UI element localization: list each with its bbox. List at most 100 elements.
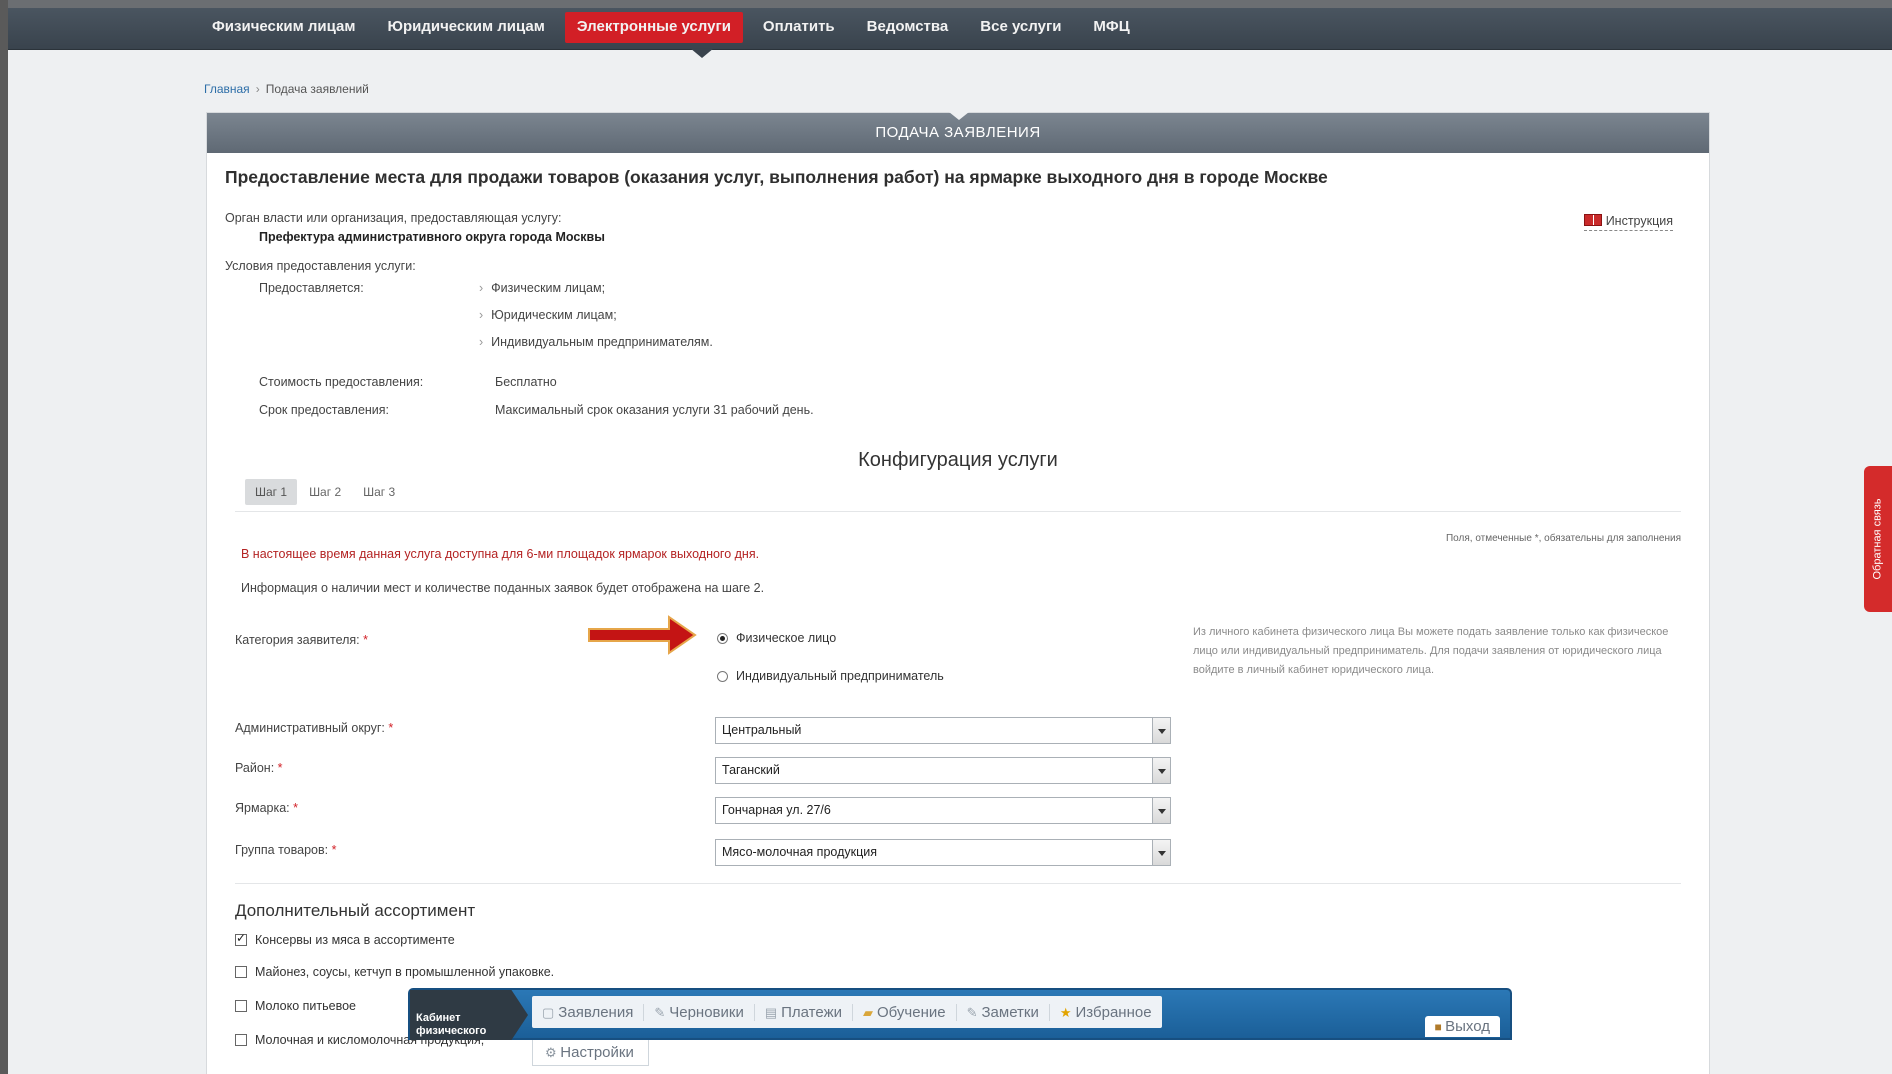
assortment-checkbox[interactable]: Консервы из мяса в ассортименте (235, 931, 455, 947)
radio-entrepreneur-label: Индивидуальный предприниматель (736, 669, 944, 683)
settings-label: Настройки (560, 1044, 634, 1061)
area-select-value: Таганский (722, 763, 780, 777)
chevron-down-icon[interactable] (1152, 798, 1170, 823)
cabinet-tab-applications[interactable]: ▢ Заявления (532, 1003, 645, 1021)
nav-mfc[interactable]: МФЦ (1081, 12, 1141, 43)
breadcrumb-current: Подача заявлений (265, 82, 369, 96)
term-label: Срок предоставления: (259, 403, 390, 417)
required-mark: * (331, 843, 337, 857)
folder-icon: ▰ (862, 1004, 873, 1020)
cost-value: Бесплатно (495, 375, 557, 389)
cabinet-tab-label: Черновики (669, 1003, 744, 1021)
required-mark: * (293, 801, 299, 815)
application-panel: ПОДАЧА ЗАЯВЛЕНИЯ Предоставление места дл… (206, 112, 1710, 1074)
cabinet-tab-drafts[interactable]: ✎ Черновики (644, 1003, 755, 1021)
cabinet-tabs: ▢ Заявления ✎ Черновики ▤ Платежи ▰ Обучение… (532, 996, 1162, 1028)
checkbox-checked[interactable] (235, 931, 247, 946)
config-title: Конфигурация услуги (858, 449, 1058, 471)
chevron-down-icon[interactable] (1152, 758, 1170, 783)
group-select[interactable]: Мясо-молочная продукция (715, 839, 1171, 866)
nav-departments[interactable]: Ведомства (855, 12, 961, 43)
district-label: Административный округ: * (235, 721, 393, 735)
nav-pay[interactable]: Оплатить (751, 12, 847, 43)
tab-step-2[interactable]: Шаг 2 (299, 479, 351, 505)
assortment-checkbox[interactable]: Майонез, соусы, кетчуп в промышленной уп… (235, 965, 554, 979)
top-navigation: Физическим лицам Юридическим лицам Элект… (8, 8, 1892, 58)
book-icon (1583, 214, 1602, 226)
category-label-text: Категория заявителя: (235, 633, 360, 647)
term-value: Максимальный срок оказания услуги 31 раб… (495, 403, 814, 417)
tab-step-3[interactable]: Шаг 3 (353, 479, 405, 505)
exit-label: Выход (1445, 1018, 1490, 1035)
info-notice: Информация о наличии мест и количестве п… (241, 581, 765, 595)
checkbox[interactable] (235, 1000, 247, 1012)
checkbox[interactable] (235, 1034, 247, 1046)
group-label: Группа товаров: * (235, 843, 336, 857)
org-value: Префектура административного округа горо… (259, 230, 605, 244)
fair-label-text: Ярмарка: (235, 801, 290, 815)
assortment-checkbox[interactable]: Молоко питьевое (235, 999, 356, 1013)
required-mark: * (277, 761, 283, 775)
conditions-label: Условия предоставления услуги: (225, 259, 416, 273)
tab-step-1[interactable]: Шаг 1 (245, 479, 298, 505)
breadcrumb: Главная › Подача заявлений (204, 82, 369, 96)
radio-dot[interactable] (717, 670, 728, 682)
fair-select[interactable]: Гончарная ул. 27/6 (715, 797, 1171, 824)
category-hint: Из личного кабинета физического лица Вы … (1193, 626, 1669, 676)
provided-label: Предоставляется: (259, 281, 364, 295)
cabinet-tab-payments[interactable]: ▤ Платежи (755, 1003, 853, 1021)
nav-all-services[interactable]: Все услуги (968, 12, 1073, 43)
cabinet-tab-training[interactable]: ▰ Обучение (853, 1003, 957, 1021)
nav-individuals[interactable]: Физическим лицам (200, 12, 367, 43)
star-icon: ★ (1059, 1004, 1072, 1020)
cabinet-toolbar: Кабинет физического ▢ Заявления ✎ Черновик… (408, 988, 1512, 1040)
checkbox-label: Консервы из мяса в ассортименте (255, 933, 455, 947)
district-select-value: Центральный (722, 723, 802, 737)
breadcrumb-home-link[interactable]: Главная (204, 82, 250, 96)
pencil-icon: ✎ (654, 1004, 666, 1020)
divider (235, 511, 1681, 512)
exit-button[interactable]: ■ Выход (1424, 1016, 1500, 1037)
provided-item: Физическим лицам; (479, 281, 713, 295)
radio-entrepreneur[interactable]: Индивидуальный предприниматель (717, 669, 944, 683)
divider (235, 883, 1681, 884)
cabinet-tab-notes[interactable]: ✎ Заметки (957, 1003, 1050, 1021)
radio-dot-selected[interactable] (717, 632, 728, 644)
page-frame: Физическим лицам Юридическим лицам Элект… (8, 0, 1892, 1074)
note-icon: ✎ (966, 1004, 978, 1020)
checkbox-label: Молоко питьевое (255, 999, 356, 1013)
breadcrumb-separator: › (255, 82, 260, 96)
group-label-text: Группа товаров: (235, 843, 329, 857)
radio-individual[interactable]: Физическое лицо (717, 631, 836, 645)
fair-label: Ярмарка: * (235, 801, 298, 815)
org-label: Орган власти или организация, предоставл… (225, 211, 562, 225)
cabinet-tab-label: Обучение (876, 1003, 946, 1021)
cabinet-tab-label: Заявления (558, 1003, 634, 1021)
area-label: Район: * (235, 761, 283, 775)
document-icon: ▢ (542, 1004, 555, 1020)
chevron-down-icon[interactable] (1152, 840, 1170, 865)
provided-list: Физическим лицам; Юридическим лицам; Инд… (479, 281, 713, 362)
availability-notice: В настоящее время данная услуга доступна… (241, 547, 760, 561)
district-select[interactable]: Центральный (715, 717, 1171, 744)
instructions-label: Инструкция (1605, 214, 1673, 228)
payment-icon: ▤ (764, 1004, 778, 1020)
feedback-tab[interactable]: Обратная связь (1864, 466, 1892, 612)
category-label: Категория заявителя: * (235, 633, 368, 647)
service-title: Предоставление места для продажи товаров… (225, 167, 1328, 187)
area-select[interactable]: Таганский (715, 757, 1171, 784)
checkbox[interactable] (235, 966, 247, 978)
area-label-text: Район: (235, 761, 275, 775)
district-label-text: Административный округ: (235, 721, 385, 735)
red-arrow-annotation (588, 615, 697, 655)
settings-button[interactable]: ⚙ Настройки (532, 1040, 649, 1066)
cabinet-label: Кабинет физического (410, 990, 528, 1040)
cabinet-tab-favorites[interactable]: ★ Избранное (1050, 1004, 1162, 1021)
nav-legal-entities[interactable]: Юридическим лицам (375, 12, 556, 43)
instructions-link[interactable]: Инструкция (1583, 214, 1673, 231)
gear-icon: ⚙ (545, 1045, 561, 1060)
required-note: Поля, отмеченные *, обязательны для запо… (1445, 533, 1681, 544)
nav-electronic-services[interactable]: Электронные услуги (564, 12, 743, 43)
step-tabs: Шаг 1 Шаг 2 Шаг 3 (245, 479, 407, 505)
chevron-down-icon[interactable] (1152, 718, 1170, 743)
